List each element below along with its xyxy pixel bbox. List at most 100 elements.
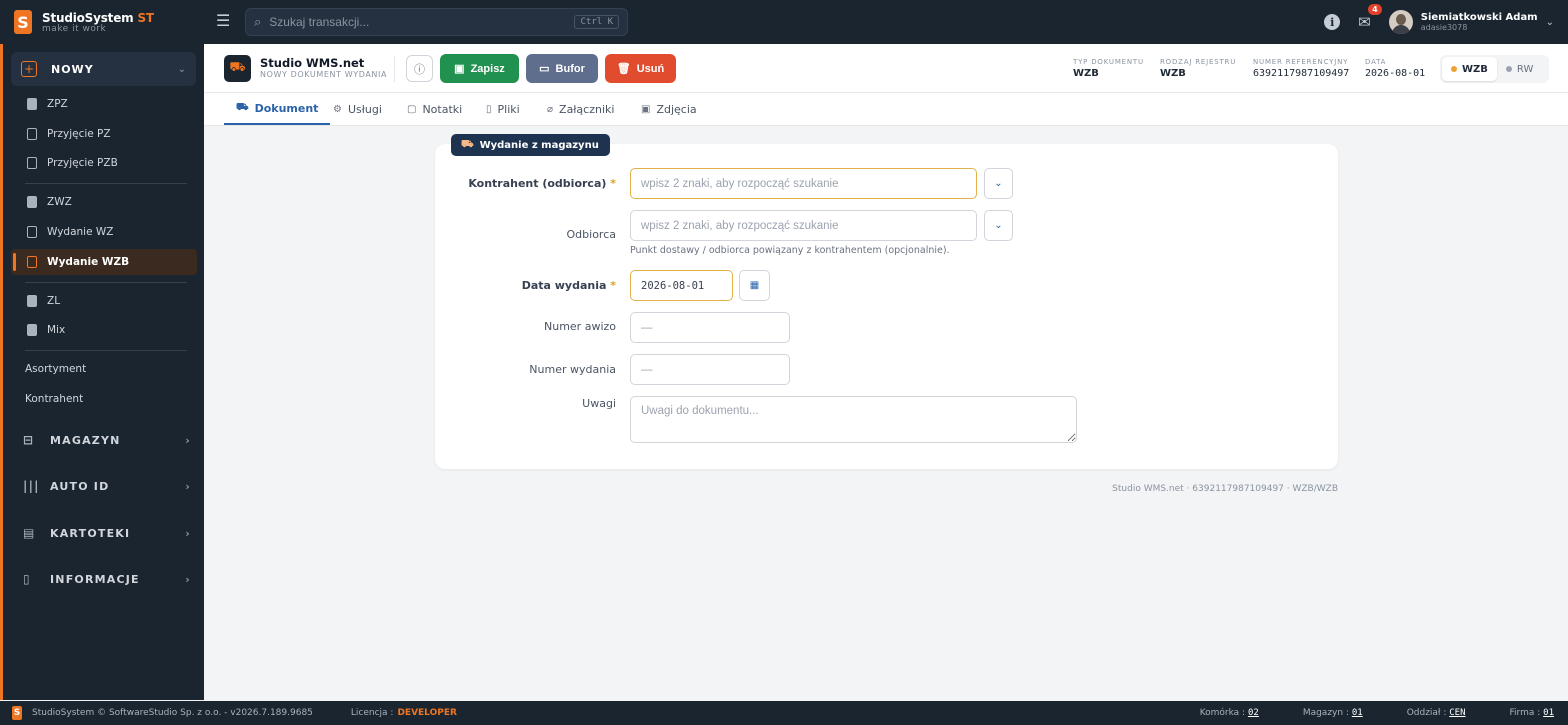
issue-number-input[interactable] bbox=[630, 354, 790, 385]
document-icon bbox=[27, 324, 37, 336]
logo-mark: S bbox=[12, 706, 22, 720]
trash-icon: 🗑 bbox=[616, 63, 631, 75]
notes-label: Uwagi bbox=[582, 397, 616, 410]
sidebar-item-mix[interactable]: Mix bbox=[11, 317, 197, 343]
chevron-down-icon[interactable]: ⌄ bbox=[1546, 17, 1554, 28]
user-menu[interactable]: Siemiatkowski Adam adasie3078 bbox=[1421, 12, 1538, 32]
sidebar-item-wydanie-wz[interactable]: Wydanie WZ bbox=[11, 219, 197, 245]
chevron-down-icon: ⌄ bbox=[994, 220, 1003, 231]
document-header: ⛟ Studio WMS.net NOWY DOKUMENT WYDANIA ⓘ… bbox=[204, 44, 1568, 93]
meta-reference-number: NUMER REFERENCYJNY 6392117987109497 bbox=[1253, 58, 1350, 79]
meta-doc-type: TYP DOKUMENTU WZB bbox=[1073, 58, 1144, 79]
status-dot bbox=[1505, 66, 1512, 72]
chevron-right-icon: › bbox=[185, 433, 191, 447]
info-icon[interactable]: i bbox=[1324, 14, 1341, 30]
divider bbox=[394, 56, 395, 82]
search-bar[interactable]: ⌕ Ctrl K bbox=[245, 8, 628, 36]
save-icon: ▣ bbox=[454, 63, 465, 75]
tab-uslugi[interactable]: ⚙ Usługi bbox=[321, 93, 394, 125]
recipient-input[interactable] bbox=[630, 210, 977, 241]
sidebar: + NOWY ⌄ ZPZ Przyjęcie PZ Przyjęcie PZB … bbox=[0, 44, 204, 700]
copyright-text: StudioSystem © SoftwareStudio Sp. z o.o.… bbox=[32, 708, 313, 718]
sidebar-item-zl[interactable]: ZL bbox=[11, 288, 197, 314]
sidebar-item-kontrahent[interactable]: Kontrahent bbox=[25, 393, 83, 405]
user-name: Siemiatkowski Adam bbox=[1420, 12, 1538, 23]
truck-icon: ⛟ bbox=[236, 101, 249, 113]
contractor-input[interactable] bbox=[630, 168, 977, 199]
chevron-right-icon: › bbox=[185, 572, 191, 586]
chevron-right-icon: › bbox=[185, 526, 191, 540]
buffer-icon: ▭ bbox=[539, 63, 550, 75]
menu-collapse-icon[interactable]: ☰ bbox=[216, 12, 234, 30]
sidebar-section-nowy[interactable]: + NOWY ⌄ bbox=[11, 52, 196, 86]
barcode-icon: ||| bbox=[23, 479, 40, 493]
document-footer-note: Studio WMS.net · 6392117987109497 · WZB/… bbox=[1112, 484, 1338, 494]
page-title: Studio WMS.net bbox=[260, 56, 365, 70]
tab-zdjecia[interactable]: ▣ Zdjęcia bbox=[629, 93, 709, 125]
sidebar-section-informacje[interactable]: ▯ INFORMACJE › bbox=[23, 572, 191, 586]
status-cell: Komórka : 02 bbox=[1199, 708, 1259, 718]
document-icon bbox=[27, 295, 37, 307]
switch-option-wzb[interactable]: WZB bbox=[1442, 57, 1497, 81]
recipient-dropdown-button[interactable]: ⌄ bbox=[984, 210, 1013, 241]
avatar[interactable] bbox=[1388, 10, 1413, 34]
status-warehouse: Magazyn : 01 bbox=[1302, 708, 1363, 718]
sidebar-item-zpz[interactable]: ZPZ bbox=[11, 91, 197, 117]
save-button[interactable]: ▣ Zapisz bbox=[440, 54, 519, 83]
document-icon bbox=[27, 256, 37, 268]
delete-button[interactable]: 🗑 Usuń bbox=[605, 54, 676, 83]
status-branch: Oddział : CEN bbox=[1406, 708, 1466, 718]
buffer-button[interactable]: ▭ Bufor bbox=[526, 54, 598, 83]
top-bar: S StudioSystem ST make it work ☰ ⌕ Ctrl … bbox=[0, 0, 1568, 44]
tab-notatki[interactable]: ▢ Notatki bbox=[395, 93, 474, 125]
status-company: Firma : 01 bbox=[1509, 708, 1554, 718]
logo-mark: S bbox=[14, 10, 32, 34]
page-subtitle: NOWY DOKUMENT WYDANIA bbox=[260, 70, 388, 79]
sidebar-item-zwz[interactable]: ZWZ bbox=[11, 189, 197, 215]
image-icon: ▣ bbox=[641, 103, 651, 115]
info-icon: ⓘ bbox=[414, 62, 425, 76]
user-login: adasie3078 bbox=[1420, 23, 1468, 32]
switch-option-rw[interactable]: RW bbox=[1497, 57, 1542, 81]
divider bbox=[25, 282, 187, 283]
mail-icon[interactable]: ✉ 4 bbox=[1358, 4, 1382, 31]
app-name: StudioSystem bbox=[42, 10, 134, 25]
truck-icon: ⛟ bbox=[224, 55, 251, 82]
document-info-icon: ▯ bbox=[23, 572, 31, 586]
app-logo[interactable]: S StudioSystem ST make it work bbox=[0, 0, 204, 44]
comment-icon: ▢ bbox=[407, 103, 417, 115]
notes-textarea[interactable] bbox=[630, 396, 1077, 443]
tab-zalaczniki[interactable]: ⌀ Załączniki bbox=[535, 93, 626, 125]
gear-icon: ⚙ bbox=[333, 103, 342, 115]
plus-square-icon: + bbox=[21, 61, 37, 77]
sidebar-item-wydanie-wzb[interactable]: Wydanie WZB bbox=[11, 249, 197, 275]
sidebar-item-przyjecie-pz[interactable]: Przyjęcie PZ bbox=[11, 121, 197, 147]
sidebar-section-label: NOWY bbox=[51, 62, 94, 76]
sidebar-item-przyjecie-pzb[interactable]: Przyjęcie PZB bbox=[11, 150, 197, 176]
info-button[interactable]: ⓘ bbox=[406, 55, 433, 82]
meta-register-type: RODZAJ REJESTRU WZB bbox=[1160, 58, 1237, 79]
issue-number-label: Numer wydania bbox=[529, 363, 616, 376]
truck-icon: ⛟ bbox=[461, 138, 474, 150]
tab-bar: ⛟ Dokument ⚙ Usługi ▢ Notatki ▯ Pliki ⌀ Załąc… bbox=[204, 93, 1568, 126]
sidebar-section-magazyn[interactable]: ⊟ MAGAZYN › bbox=[23, 433, 191, 447]
calendar-button[interactable]: ▦ bbox=[739, 270, 770, 301]
recipient-label: Odbiorca bbox=[566, 228, 616, 241]
awizo-input[interactable] bbox=[630, 312, 790, 343]
date-input[interactable] bbox=[630, 270, 733, 301]
search-input[interactable] bbox=[269, 15, 575, 29]
contractor-dropdown-button[interactable]: ⌄ bbox=[984, 168, 1013, 199]
sidebar-section-auto-id[interactable]: ||| AUTO ID › bbox=[23, 479, 191, 493]
file-icon: ▯ bbox=[486, 103, 492, 115]
awizo-label: Numer awizo bbox=[544, 320, 616, 333]
paperclip-icon: ⌀ bbox=[547, 103, 554, 115]
sidebar-section-kartoteki[interactable]: ▤ KARTOTEKI › bbox=[23, 526, 191, 540]
tab-pliki[interactable]: ▯ Pliki bbox=[474, 93, 532, 125]
status-bar: S StudioSystem © SoftwareStudio Sp. z o.… bbox=[0, 701, 1568, 725]
search-shortcut: Ctrl K bbox=[574, 15, 619, 29]
tab-dokument[interactable]: ⛟ Dokument bbox=[224, 93, 331, 125]
status-dot bbox=[1451, 66, 1457, 72]
sidebar-item-asortyment[interactable]: Asortyment bbox=[25, 363, 86, 375]
divider bbox=[25, 183, 187, 184]
app-name-accent: ST bbox=[137, 10, 154, 25]
